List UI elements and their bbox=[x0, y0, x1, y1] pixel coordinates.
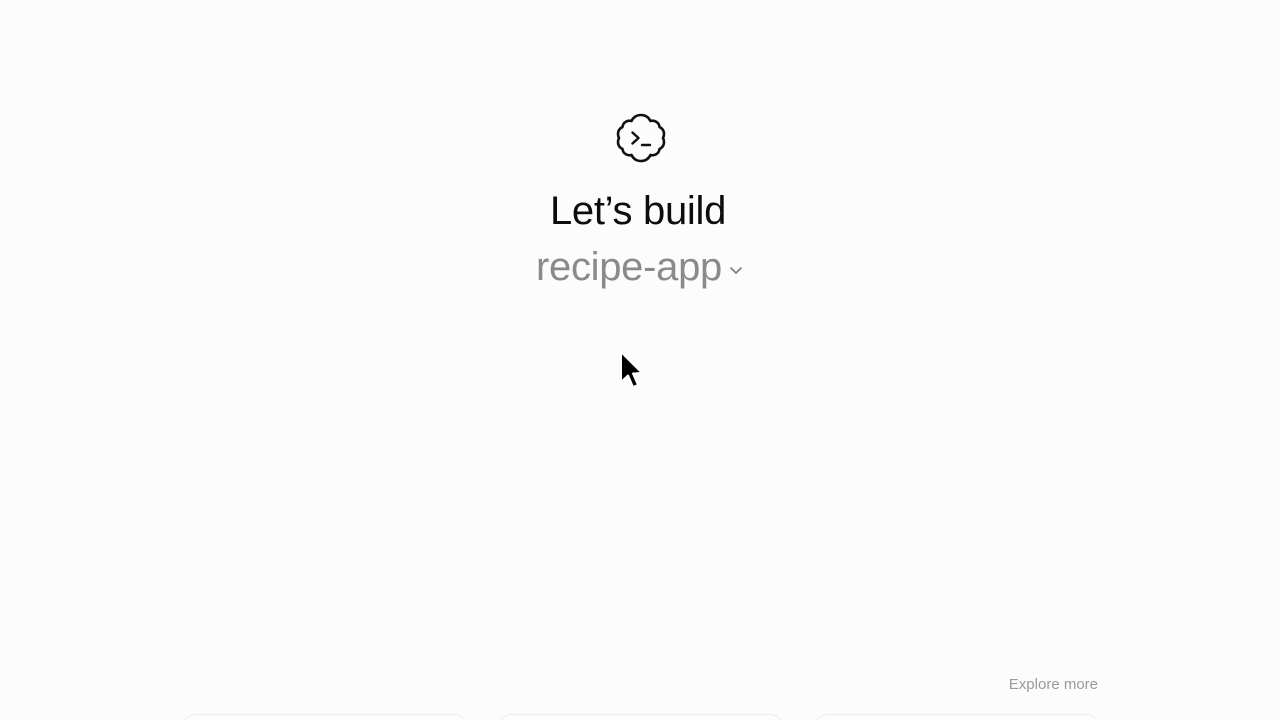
explore-more-link[interactable]: Explore more bbox=[1009, 676, 1098, 694]
suggestion-card[interactable] bbox=[182, 714, 468, 720]
suggestion-card[interactable] bbox=[814, 714, 1100, 720]
mouse-pointer-icon bbox=[619, 350, 647, 394]
start-screen: Let’s build recipe-app Explore more bbox=[0, 0, 1280, 720]
chevron-down-icon bbox=[728, 262, 744, 278]
suggestion-card[interactable] bbox=[498, 714, 784, 720]
project-selector[interactable]: recipe-app bbox=[0, 244, 1280, 290]
terminal-cloud-icon bbox=[613, 110, 669, 166]
project-name: recipe-app bbox=[535, 245, 722, 289]
page-title: Let’s build bbox=[549, 189, 727, 233]
